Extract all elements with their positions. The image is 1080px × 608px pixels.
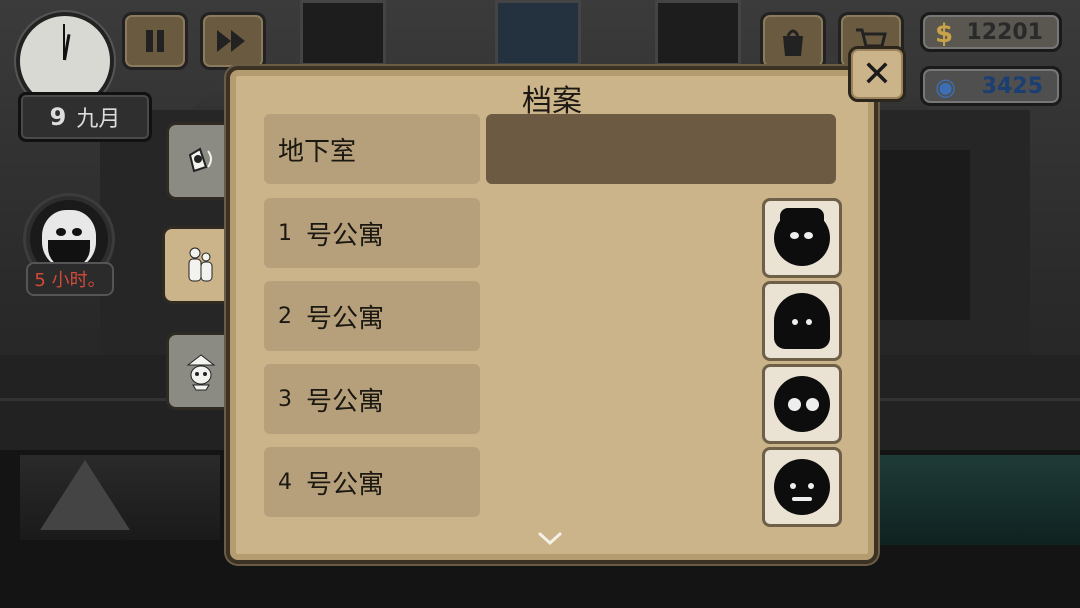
fast-forward-icon <box>217 30 245 52</box>
tenant-with-hat-icon <box>774 208 830 266</box>
bald-tenant-icon <box>774 459 830 515</box>
cash-counter[interactable]: $ 12201 <box>920 12 1062 52</box>
tenant-timer: 5 小时。 <box>26 262 114 296</box>
basement-row[interactable]: 地下室 <box>264 114 480 184</box>
apartment-row[interactable]: 2 号公寓 <box>264 281 480 351</box>
tenant-portrait[interactable] <box>762 198 842 278</box>
apartment-row[interactable]: 3 号公寓 <box>264 364 480 434</box>
hooded-tenant-icon <box>774 293 830 349</box>
cash-amount: 12201 <box>966 19 1043 45</box>
row-label: 号公寓 <box>306 469 385 500</box>
apartment-number: 3 <box>278 386 292 412</box>
gem-amount: 3425 <box>981 73 1043 99</box>
tenant-portrait[interactable] <box>762 447 842 527</box>
close-button[interactable]: ✕ <box>848 46 906 102</box>
date-day: 9 <box>49 103 67 131</box>
row-label: 号公寓 <box>306 303 385 334</box>
apartment-room <box>870 150 970 320</box>
avatar-eye <box>72 228 82 236</box>
apartment-row[interactable]: 1 号公寓 <box>264 198 480 268</box>
date-display: 9 九月 <box>18 92 152 142</box>
pause-icon <box>146 30 164 52</box>
apartment-number: 2 <box>278 303 292 329</box>
bag-icon <box>783 29 803 56</box>
speaker-icon <box>188 147 212 173</box>
bag-button[interactable] <box>760 12 826 70</box>
avatar-eye <box>56 228 66 236</box>
date-month: 九月 <box>76 107 121 132</box>
upper-window <box>495 0 581 66</box>
apartment-number: 4 <box>278 469 292 495</box>
apartment-number: 1 <box>278 220 292 246</box>
chevron-down-icon[interactable] <box>536 530 564 548</box>
dollar-icon: $ <box>935 19 954 49</box>
gem-counter[interactable]: ◉ 3425 <box>920 66 1062 106</box>
row-label: 号公寓 <box>306 220 385 251</box>
masked-figure-icon <box>186 354 216 391</box>
basement-room-right <box>870 455 1080 545</box>
close-icon: ✕ <box>861 53 893 95</box>
people-icon <box>188 247 213 282</box>
tenant-portrait[interactable] <box>762 281 842 361</box>
basement-empty-slot <box>486 114 836 184</box>
gem-icon: ◉ <box>935 73 956 101</box>
apartment-row[interactable]: 4 号公寓 <box>264 447 480 517</box>
row-label: 号公寓 <box>306 386 385 417</box>
upper-window <box>655 0 741 66</box>
pause-button[interactable] <box>122 12 188 70</box>
row-label: 地下室 <box>278 136 357 167</box>
fast-forward-button[interactable] <box>200 12 266 70</box>
tenant-portrait[interactable] <box>762 364 842 444</box>
upper-window <box>300 0 386 66</box>
tenant-with-glasses-icon <box>774 376 830 432</box>
